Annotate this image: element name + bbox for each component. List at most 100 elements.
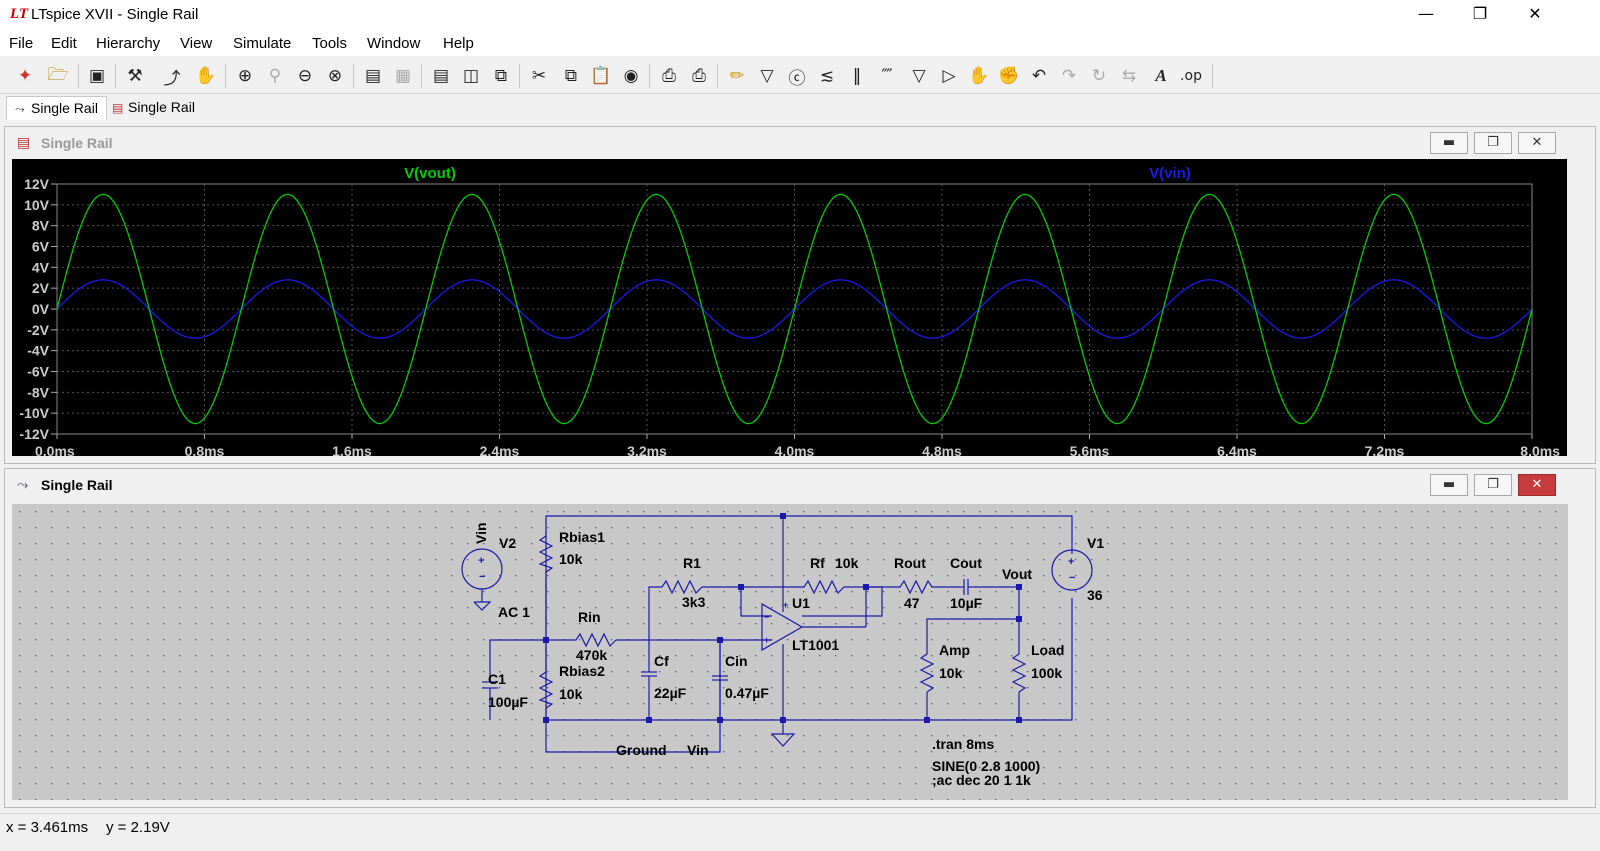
maximize-icon[interactable]: ❐ [1474,474,1512,496]
inductor-icon[interactable]: ⁗ [874,63,900,89]
drag-icon[interactable]: ✊ [996,63,1022,89]
trace-label-vin[interactable]: V(vin) [1149,165,1191,182]
menu-help[interactable]: Help [443,35,474,52]
halt-icon[interactable]: ✋ [193,63,219,89]
close-icon[interactable]: ✕ [1512,0,1558,30]
maximize-icon[interactable]: ❐ [1474,132,1512,154]
rotate-icon[interactable]: ↻ [1086,63,1112,89]
copy-icon[interactable]: ⧉ [558,63,584,89]
control-panel-icon[interactable]: ⚒ [122,63,148,89]
print-icon[interactable]: ⎙ [686,63,712,89]
x-tick-label: 6.4ms [1217,443,1257,456]
ground-net-label: Ground [616,742,667,758]
draw-wire-icon[interactable]: ✏ [724,63,750,89]
tab-schematic[interactable]: ⤳ Single Rail [6,96,107,120]
resistor-icon[interactable]: ≲ [814,63,840,89]
y-tick-label: -2V [27,322,49,338]
vin-net-label: Vin [687,742,709,758]
menu-window[interactable]: Window [367,35,420,52]
text-icon[interactable]: A [1148,63,1174,89]
zoom-in-icon[interactable]: ⊕ [232,63,258,89]
v2-net-label: Vin [473,522,489,544]
close-icon[interactable]: ✕ [1518,132,1556,154]
restore-icon[interactable]: ❐ [1457,0,1503,30]
tab-label: Single Rail [31,100,98,116]
tile-horizontal-icon[interactable]: ▤ [428,63,454,89]
menu-hierarchy[interactable]: Hierarchy [96,35,160,52]
y-tick-label: 10V [24,197,50,213]
y-tick-label: -12V [19,426,49,442]
schematic-window: ⤳ Single Rail ▬ ❐ ✕ + − + − − + + Vin V2… [4,468,1596,808]
cut-icon[interactable]: ✂ [526,63,552,89]
rbias1-value: 10k [559,551,583,567]
label-net-icon[interactable]: ⓒ [784,63,810,89]
find-icon[interactable]: ◉ [618,63,644,89]
capacitor-icon[interactable]: ‖ [844,63,870,89]
autorange-icon[interactable]: ▤ [360,63,386,89]
tile-vertical-icon[interactable]: ◫ [458,63,484,89]
redo-icon[interactable]: ↷ [1056,63,1082,89]
menu-simulate[interactable]: Simulate [233,35,291,52]
minimize-icon[interactable]: ▬ [1430,474,1468,496]
schematic-window-title: Single Rail [41,477,113,493]
svg-text:+: + [783,600,788,610]
zoom-cancel-icon[interactable]: ⊗ [322,63,348,89]
paste-icon[interactable]: 📋 [588,63,614,89]
x-tick-label: 0.8ms [185,443,225,456]
close-icon[interactable]: ✕ [1518,474,1556,496]
rout-name: Rout [894,555,926,571]
diode-icon[interactable]: ▽ [906,63,932,89]
undo-icon[interactable]: ↶ [1026,63,1052,89]
new-schematic-icon[interactable]: ✦ [12,63,38,89]
y-tick-label: 8V [32,218,50,234]
rbias1-name: Rbias1 [559,529,605,545]
x-tick-label: 8.0ms [1520,443,1560,456]
print-setup-icon[interactable]: ⎙ [656,63,682,89]
menu-file[interactable]: File [9,35,33,52]
status-x: x = 3.461ms [6,819,89,836]
trace-label-vout[interactable]: V(vout) [404,165,456,182]
run-icon[interactable]: ⤴ [159,63,185,89]
waveform-window: ▤ Single Rail ▬ ❐ ✕ 12V 10V 8V 6V 4V 2V 0V -2V -… [4,126,1596,464]
x-tick-label: 1.6ms [332,443,372,456]
waveform-plot[interactable]: 12V 10V 8V 6V 4V 2V 0V -2V -4V -6V -8V -10V -12V 0.0… [12,159,1567,456]
ground-icon[interactable]: ▽ [754,63,780,89]
minimize-icon[interactable]: ▬ [1430,132,1468,154]
zoom-pan-icon[interactable]: ⚲ [262,63,288,89]
waveform-window-header: ▤ Single Rail ▬ ❐ ✕ [5,127,1595,159]
zoom-out-icon[interactable]: ⊖ [292,63,318,89]
rbias2-value: 10k [559,686,583,702]
x-tick-label: 0.0ms [35,443,75,456]
cout-name: Cout [950,555,982,571]
menu-tools[interactable]: Tools [312,35,347,52]
save-icon[interactable]: ▣ [84,63,110,89]
schematic-canvas[interactable]: +− +− −+ + Vin V2 AC 1 Rbias1 10k Rin 47… [12,504,1568,800]
menu-view[interactable]: View [180,35,212,52]
y-tick-label: 12V [24,176,50,192]
component-icon[interactable]: ▷ [936,63,962,89]
status-y: y = 2.19V [106,819,170,836]
mirror-icon[interactable]: ⇆ [1116,63,1142,89]
rout-value: 47 [904,595,920,611]
y-tick-label: 0V [32,301,50,317]
open-icon[interactable]: 🗁 [45,63,71,89]
menu-edit[interactable]: Edit [51,35,77,52]
cf-name: Cf [654,653,669,669]
c1-value: 100µF [488,694,528,710]
amp-name: Amp [939,642,970,658]
waveform-icon[interactable]: ▦ [390,63,416,89]
svg-text:−: − [1069,572,1075,584]
r1-value: 3k3 [682,594,706,610]
svg-text:+: + [478,555,484,567]
move-icon[interactable]: ✋ [966,63,992,89]
svg-text:+: + [1068,556,1074,568]
cascade-icon[interactable]: ⧉ [488,63,514,89]
spice-directive-icon[interactable]: .op [1178,63,1204,89]
c1-name: C1 [488,671,506,687]
ac-directive[interactable]: ;ac dec 20 1 1k [932,772,1031,788]
amp-value: 10k [939,665,963,681]
tab-waveform[interactable]: ▤ Single Rail [104,96,203,120]
y-tick-label: -10V [19,405,49,421]
minimize-icon[interactable]: — [1403,0,1449,30]
tran-directive[interactable]: .tran 8ms [932,736,994,752]
